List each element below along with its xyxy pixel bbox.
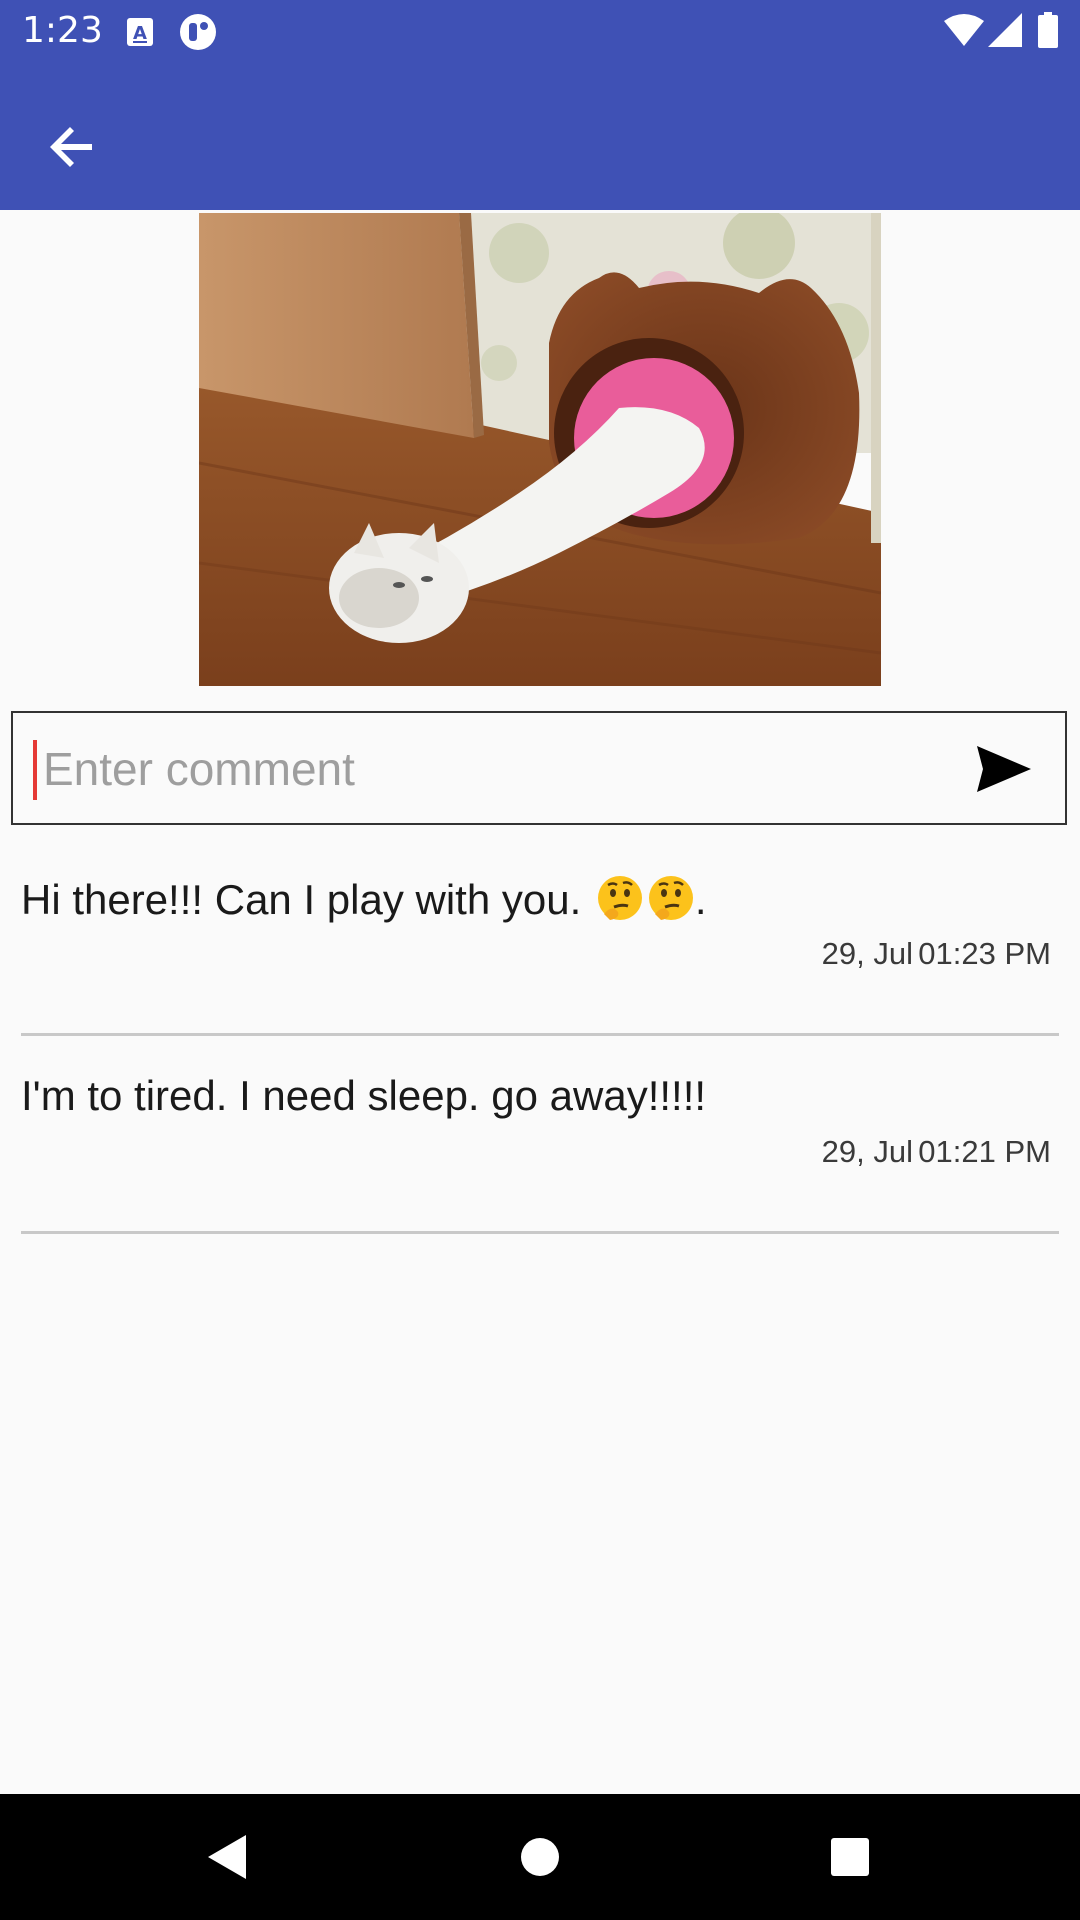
svg-text:A: A (133, 23, 147, 44)
cat-photo (199, 213, 881, 686)
comment-text: I'm to tired. I need sleep. go away!!!!! (21, 1072, 706, 1120)
status-time: 1:23 (22, 10, 103, 51)
recents-square-icon (831, 1838, 869, 1876)
comment-item: I'm to tired. I need sleep. go away!!!!!… (21, 1036, 1059, 1234)
send-icon (977, 746, 1031, 792)
comment-time: 01:23 PM (918, 936, 1051, 971)
circle-app-icon (180, 14, 216, 50)
comment-message: Hi there!!! Can I play with you. (21, 876, 593, 923)
app-bar (0, 63, 1080, 210)
comment-text: Hi there!!! Can I play with you. . (21, 874, 707, 924)
comment-item: Hi there!!! Can I play with you. . 29, J… (21, 838, 1059, 1036)
signal-icon (988, 13, 1022, 47)
thinking-face-emoji-icon (648, 876, 693, 920)
divider (21, 1231, 1059, 1234)
comment-suffix: . (694, 876, 707, 923)
nav-back-button[interactable] (194, 1825, 258, 1889)
comment-input[interactable] (33, 725, 963, 813)
arrow-back-icon (50, 127, 92, 167)
send-button[interactable] (973, 738, 1035, 800)
battery-icon (1038, 12, 1058, 48)
back-triangle-icon (208, 1835, 246, 1879)
thinking-face-emoji-icon (597, 876, 642, 920)
comment-date: 29, Jul (821, 1134, 913, 1169)
comment-box (11, 711, 1067, 825)
status-bar: 1:23 A (0, 0, 1080, 63)
a-icon: A (127, 18, 153, 46)
home-circle-icon (521, 1838, 559, 1876)
wifi-icon (944, 14, 984, 46)
nav-recents-button[interactable] (818, 1825, 882, 1889)
comment-time: 01:21 PM (918, 1134, 1051, 1169)
back-button[interactable] (30, 103, 116, 189)
comment-date: 29, Jul (821, 936, 913, 971)
nav-home-button[interactable] (508, 1825, 572, 1889)
comment-message: I'm to tired. I need sleep. go away!!!!! (21, 1072, 707, 1119)
nav-bar (0, 1794, 1080, 1920)
